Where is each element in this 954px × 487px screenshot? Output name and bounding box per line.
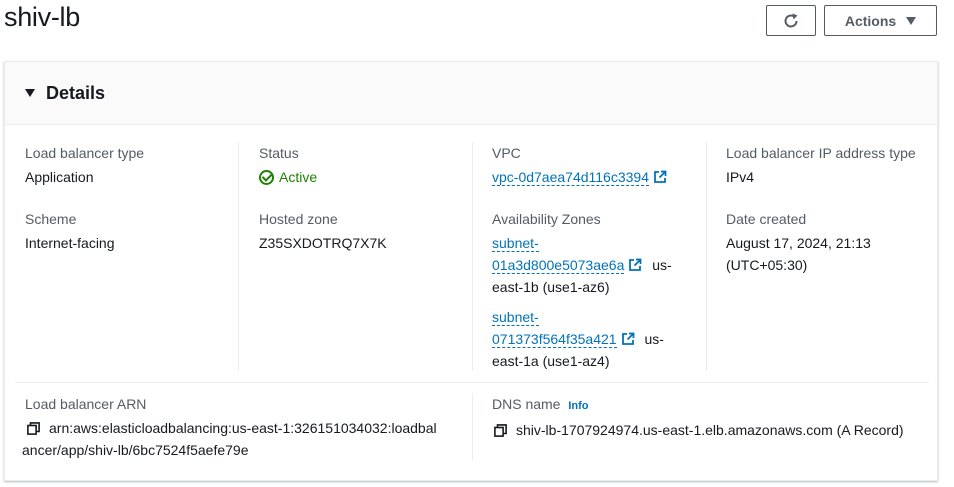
scheme-label: Scheme — [25, 211, 77, 227]
details-header[interactable]: Details — [5, 62, 937, 125]
page-title: shiv-lb — [4, 2, 80, 32]
zone-name: east-1b (use1-az6) — [492, 279, 610, 295]
status-field: Status Active — [259, 142, 317, 188]
vpc-label: VPC — [492, 145, 521, 161]
load-balancer-type-field: Load balancer type Application — [25, 142, 144, 188]
load-balancer-type-label: Load balancer type — [25, 145, 145, 161]
vpc-field: VPC vpc-0d7aea74d116c3394 — [492, 142, 667, 188]
actions-dropdown-button[interactable]: Actions — [824, 5, 937, 36]
dns-value-row: shiv-lb-1707924974.us-east-1.elb.amazona… — [492, 419, 932, 441]
vpc-link[interactable]: vpc-0d7aea74d116c3394 — [492, 169, 649, 186]
availability-zones-label: Availability Zones — [492, 211, 601, 227]
details-title: Details — [46, 82, 106, 103]
subnet-link[interactable]: subnet- — [492, 309, 539, 326]
details-panel: Details Load balancer type Application S… — [4, 61, 938, 481]
arn-value: arn:aws:elasticloadbalancing:us-east-1:3… — [49, 420, 437, 436]
external-link-icon[interactable] — [621, 332, 635, 346]
status-value: Active — [279, 169, 318, 185]
subnet-link[interactable]: 071373f564f35a421 — [492, 331, 617, 348]
dns-name-label: DNS name — [492, 396, 561, 412]
date-created-label: Date created — [726, 211, 807, 227]
external-link-icon[interactable] — [653, 170, 667, 184]
status-badge: Active — [259, 166, 317, 188]
column-divider — [706, 142, 707, 371]
arn-label: Load balancer ARN — [25, 396, 147, 412]
hosted-zone-field: Hosted zone Z35SXDOTRQ7X7K — [259, 208, 387, 254]
copy-icon[interactable] — [27, 422, 40, 435]
section-divider — [15, 382, 929, 383]
column-divider — [472, 393, 473, 461]
load-balancer-type-value: Application — [25, 169, 94, 185]
caret-down-icon — [25, 89, 35, 97]
hosted-zone-value: Z35SXDOTRQ7X7K — [259, 235, 387, 251]
ip-address-type-field: Load balancer IP address type IPv4 — [726, 142, 916, 188]
column-divider — [238, 142, 239, 371]
date-created-value: August 17, 2024, 21:13 — [726, 235, 871, 251]
info-link[interactable]: Info — [568, 400, 588, 412]
ip-address-type-value: IPv4 — [726, 169, 755, 185]
dns-name-label-row: DNS name Info — [492, 393, 932, 417]
date-created-timezone: (UTC+05:30) — [726, 257, 808, 273]
refresh-button[interactable] — [766, 5, 816, 36]
hosted-zone-label: Hosted zone — [259, 211, 338, 227]
availability-zone-item: subnet- 01a3d800e5073ae6a us- east-1b (u… — [492, 232, 692, 298]
zone-name: east-1a (use1-az4) — [492, 353, 610, 369]
arn-value-continued: ancer/app/shiv-lb/6bc7524f5aefe79e — [22, 442, 249, 458]
subnet-link[interactable]: 01a3d800e5073ae6a — [492, 257, 625, 274]
subnet-link[interactable]: subnet- — [492, 235, 539, 252]
status-label: Status — [259, 145, 299, 161]
zone-prefix: us- — [652, 257, 672, 273]
dns-name-value: shiv-lb-1707924974.us-east-1.elb.amazona… — [516, 422, 904, 438]
copy-icon[interactable] — [494, 424, 507, 437]
actions-label: Actions — [844, 12, 897, 29]
refresh-icon — [784, 13, 798, 27]
column-divider — [472, 142, 473, 371]
zone-prefix: us- — [644, 331, 664, 347]
load-balancer-detail-page: shiv-lb Actions Details Load balancer ty… — [0, 0, 954, 487]
arn-value-row: arn:aws:elasticloadbalancing:us-east-1:3… — [25, 417, 455, 439]
caret-down-icon — [906, 16, 917, 25]
availability-zones-field: Availability Zones subnet- 01a3d800e5073… — [492, 208, 692, 372]
ip-address-type-label: Load balancer IP address type — [726, 145, 916, 161]
dns-name-field: DNS name Info shiv-lb-1707924974.us-east… — [492, 393, 932, 441]
scheme-field: Scheme Internet-facing — [25, 208, 115, 254]
availability-zone-item: subnet- 071373f564f35a421 us- east-1a (u… — [492, 306, 692, 372]
check-circle-icon — [259, 169, 274, 185]
arn-field: Load balancer ARN arn:aws:elasticloadbal… — [22, 393, 455, 461]
external-link-icon[interactable] — [628, 258, 642, 272]
date-created-field: Date created August 17, 2024, 21:13 (UTC… — [726, 208, 871, 276]
scheme-value: Internet-facing — [25, 235, 115, 251]
vpc-link-row: vpc-0d7aea74d116c3394 — [492, 166, 667, 188]
